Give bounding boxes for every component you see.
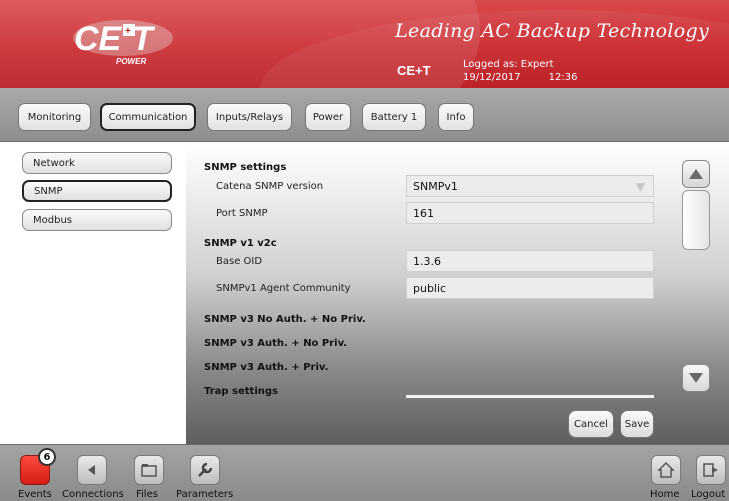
files-label: Files: [136, 489, 158, 500]
sidebar-item-modbus[interactable]: Modbus: [22, 209, 172, 231]
section-v3-auth-nopriv[interactable]: SNMP v3 Auth. + No Priv.: [204, 338, 347, 349]
catena-version-label: Catena SNMP version: [216, 181, 324, 192]
datetime: 19/12/2017 12:36: [463, 71, 577, 84]
date-text: 19/12/2017: [463, 72, 521, 83]
events-count-badge: 6: [38, 448, 56, 466]
arrow-down-icon: [689, 373, 703, 383]
connections-button[interactable]: [77, 455, 107, 485]
svg-text:T: T: [132, 20, 156, 58]
home-icon: [657, 461, 675, 478]
section-snmp-settings: SNMP settings: [204, 162, 287, 173]
connections-label: Connections: [62, 489, 124, 500]
section-v3-noauth-nopriv[interactable]: SNMP v3 No Auth. + No Priv.: [204, 314, 366, 325]
svg-text:POWER: POWER: [116, 57, 146, 66]
logout-label: Logout: [691, 489, 726, 500]
chevron-down-icon: ▼: [635, 180, 645, 194]
main-panel: SNMP settings Catena SNMP version SNMPv1…: [186, 142, 729, 444]
login-info: Logged as: Expert 19/12/2017 12:36: [463, 58, 577, 84]
cet-logo: CE + T POWER: [73, 20, 173, 66]
save-button[interactable]: Save: [620, 410, 654, 438]
tab-info[interactable]: Info: [438, 103, 474, 131]
port-snmp-input[interactable]: 161: [406, 202, 654, 224]
svg-text:+: +: [125, 26, 131, 37]
sidebar-item-network[interactable]: Network: [22, 152, 172, 174]
cancel-button[interactable]: Cancel: [568, 410, 614, 438]
arrow-up-icon: [689, 169, 703, 179]
files-button[interactable]: [134, 455, 164, 485]
time-text: 12:36: [548, 72, 578, 83]
community-label: SNMPv1 Agent Community: [216, 283, 351, 294]
catena-version-select[interactable]: SNMPv1 ▼: [406, 175, 654, 197]
section-trap-settings[interactable]: Trap settings: [204, 386, 278, 397]
bottom-toolbar: 6 Events Connections Files Parameters Ho…: [0, 444, 729, 501]
logout-button[interactable]: [696, 455, 726, 485]
scrollbar-thumb[interactable]: [682, 190, 710, 250]
logged-as-text: Logged as: Expert: [463, 59, 554, 70]
tab-inputs-relays[interactable]: Inputs/Relays: [207, 103, 292, 131]
tab-monitoring[interactable]: Monitoring: [18, 103, 91, 131]
tab-bar: Monitoring Communication Inputs/Relays P…: [0, 88, 729, 142]
port-snmp-label: Port SNMP: [216, 208, 268, 219]
base-oid-input[interactable]: 1.3.6: [406, 250, 654, 272]
home-label: Home: [650, 489, 680, 500]
header: CE + T POWER Leading AC Backup Technolog…: [0, 0, 729, 88]
wrench-icon: [198, 462, 213, 477]
sidebar: Network SNMP Modbus: [0, 142, 186, 444]
community-input[interactable]: public: [406, 277, 654, 299]
connections-icon: [88, 465, 95, 475]
tab-communication[interactable]: Communication: [100, 103, 196, 131]
tab-power[interactable]: Power: [305, 103, 351, 131]
svg-text:CE: CE: [74, 20, 123, 58]
trap-settings-field: [406, 395, 654, 398]
brand-name: CE+T: [397, 63, 431, 78]
folder-icon: [141, 464, 157, 477]
parameters-button[interactable]: [190, 455, 220, 485]
section-v3-auth-priv[interactable]: SNMP v3 Auth. + Priv.: [204, 362, 328, 373]
events-label: Events: [18, 489, 52, 500]
tab-battery-1[interactable]: Battery 1: [362, 103, 426, 131]
scroll-up-button[interactable]: [682, 160, 710, 188]
parameters-label: Parameters: [176, 489, 234, 500]
section-snmp-v1v2c: SNMP v1 v2c: [204, 238, 277, 249]
tagline: Leading AC Backup Technology: [395, 20, 709, 42]
catena-version-value: SNMPv1: [413, 179, 458, 193]
home-button[interactable]: [651, 455, 681, 485]
scroll-down-button[interactable]: [682, 364, 710, 392]
sidebar-item-snmp[interactable]: SNMP: [22, 180, 172, 202]
base-oid-label: Base OID: [216, 256, 263, 267]
logout-icon: [703, 463, 718, 477]
